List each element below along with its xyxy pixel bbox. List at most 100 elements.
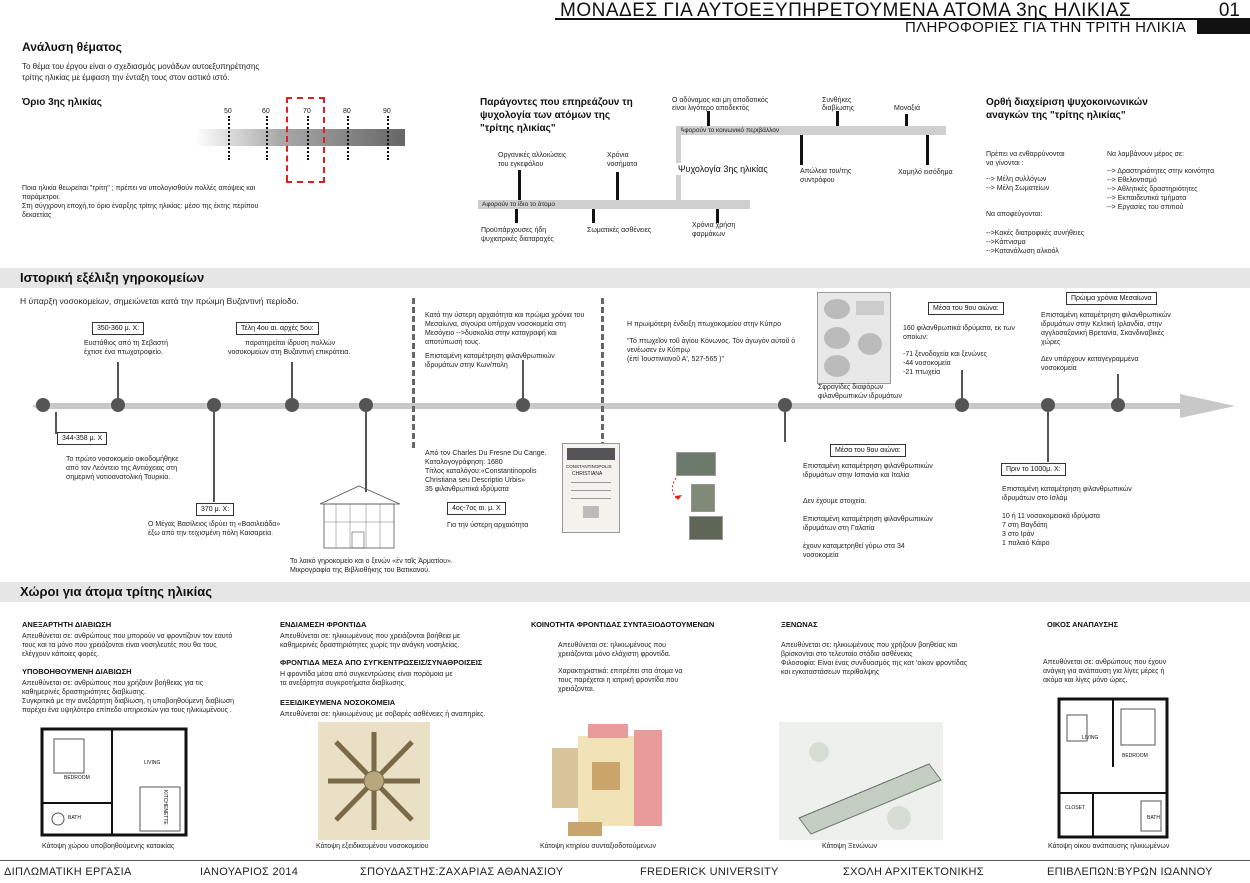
space-1-caption: Κάτοψη χώρου υποβοηθούμενης κατοικίας bbox=[42, 843, 175, 850]
mgmt-r6: --> Εργασίες του σπιτιού bbox=[1107, 204, 1184, 211]
space-3b: χρειάζονται μόνο ελάχιστη φροντίδα. bbox=[558, 651, 671, 658]
connector bbox=[1047, 412, 1049, 462]
event-b7-date: Πριν το 1000μ. Χ: bbox=[1001, 463, 1066, 476]
factor-1b: του εγκεφάλου bbox=[498, 161, 544, 168]
space-5c: ακόμα και λίγες μόνο ώρες. bbox=[1043, 677, 1128, 684]
space-4d: και εγκαταστάσεων περίθαλψης bbox=[781, 669, 880, 676]
event-5e: -21 πτωχεία bbox=[903, 369, 941, 376]
timeline-node bbox=[1041, 398, 1055, 412]
footer-student: ΣΠΟΥΔΑΣΤΗΣ:ΖΑΧΑΡΙΑΣ ΑΘΑΝΑΣΙΟΥ bbox=[360, 866, 564, 878]
mgmt-l5: Να αποφεύγονται: bbox=[986, 211, 1043, 218]
factors-title-1: Παράγοντες που επηρεάζουν τη bbox=[480, 97, 633, 108]
space-2d: τα ανεξάρτητα συγκροτήματα διαβίωσης. bbox=[280, 680, 406, 687]
analysis-text-2: τρίτης ηλικίας με έμφαση την ένταξη τους… bbox=[22, 73, 230, 82]
event-5-date: Μέσα του 9ου αιώνα: bbox=[928, 302, 1004, 315]
event-b6b: ιδρυμάτων στην Ισπανία και Ιταλία bbox=[803, 472, 910, 479]
footer-date: ΙΑΝΟΥΑΡΙΟΣ 2014 bbox=[200, 866, 299, 878]
plan5-closet-label: CLOSET bbox=[1065, 805, 1086, 811]
book-title-page: CONSTANTINOPOLIS CHRISTIANA bbox=[562, 443, 620, 533]
space-3-title: ΚΟΙΝΟΤΗΤΑ ΦΡΟΝΤΙΔΑΣ ΣΥΝΤΑΞΙΟΔΟΤΟΥΜΕΝΩΝ bbox=[531, 620, 715, 629]
factors-center: Ψυχολογία 3ης ηλικίας bbox=[676, 163, 770, 175]
history-intro: Η ύπαρξη νοσοκομείων, σημειώνεται κατά τ… bbox=[20, 296, 299, 306]
space-4-title: ΞΕΝΩΝΑΣ bbox=[781, 620, 818, 629]
event-3d: αποτύπωσή τους. bbox=[425, 339, 481, 346]
factor-6b: είναι λιγότερο αποδεκτός bbox=[672, 105, 749, 112]
factor-5b: φαρμάκων bbox=[692, 231, 726, 238]
cyprus-photo-1 bbox=[676, 452, 716, 476]
age-highlight-left bbox=[286, 97, 288, 181]
event-2-date: Τέλη 4ου αι. αρχές 5ου: bbox=[236, 322, 319, 335]
management-title-1: Ορθή διαχείριση ψυχοκοινωνικών bbox=[986, 97, 1148, 108]
byzantine-hospital-sketch bbox=[319, 485, 401, 549]
space-5-title: ΟΙΚΟΣ ΑΝΑΠΑΥΣΗΣ bbox=[1047, 620, 1118, 629]
space-2-caption: Κάτοψη εξειδικευμένου νοσοκομείου bbox=[316, 843, 429, 850]
factor-line-1 bbox=[518, 170, 521, 200]
age-limit-title: Όριο 3ης ηλικίας bbox=[22, 97, 102, 108]
event-b4e: 35 φιλανθρωπικά ιδρύματα bbox=[425, 486, 509, 493]
cyprus-photo-3 bbox=[689, 516, 723, 540]
space-2b: καθημερινές δραστηριότητες χωρίς την ανά… bbox=[280, 642, 460, 649]
retirement-community-plan bbox=[548, 722, 664, 840]
factor-8: Μοναξιά bbox=[894, 105, 921, 112]
connector bbox=[291, 362, 293, 400]
factor-9b: συντρόφου bbox=[800, 177, 835, 184]
space-2-title: ΕΝΔΙΑΜΕΣΗ ΦΡΟΝΤΙΔΑ bbox=[280, 620, 367, 629]
timeline-node bbox=[36, 398, 50, 412]
spaces-title: Χώροι για άτομα τρίτης ηλικίας bbox=[20, 584, 213, 599]
event-b5-date: 4ος-7ος αι. μ. Χ bbox=[447, 502, 506, 515]
page-subtitle: ΠΛΗΡΟΦΟΡΙΕΣ ΓΙΑ ΤΗΝ ΤΡΙΤΗ ΗΛΙΚΙΑ bbox=[905, 19, 1187, 36]
seals-image bbox=[817, 292, 891, 384]
factor-bar-social: Αφορούν το κοινωνικό περιβάλλον bbox=[676, 126, 946, 135]
space-3e: χρειάζονται. bbox=[558, 686, 595, 693]
age-note-3: Στη σύγχρονη εποχή,το όριο έναρξης τρίτη… bbox=[22, 203, 259, 210]
connector bbox=[784, 412, 786, 442]
space-1-title-2: ΥΠΟΒΟΗΘΟΥΜΕΝΗ ΔΙΑΒΙΩΣΗ bbox=[22, 667, 132, 676]
event-6d: χώρες bbox=[1041, 339, 1061, 346]
mgmt-l8: -->Κατανάλωση αλκοόλ bbox=[986, 248, 1059, 255]
factor-10: Χαμηλό εισόδημα bbox=[898, 169, 953, 176]
event-4d: (ἐπί Ἰουστινιανοῦ Α', 527-565 )" bbox=[627, 356, 724, 363]
plan5-bedroom-label: BEDROOM bbox=[1122, 753, 1148, 759]
footer-school: ΣΧΟΛΗ ΑΡΧΙΤΕΚΤΟΝΙΚΗΣ bbox=[843, 866, 984, 878]
book-title-1: CONSTANTINOPOLIS bbox=[566, 464, 612, 469]
mgmt-l2: να γίνονται : bbox=[986, 160, 1024, 167]
event-4a: Η πρωιμότερη ένδειξη πτωχοκομείου στην Κ… bbox=[627, 321, 781, 328]
event-b6-date: Μέσα του 9ου αιώνα: bbox=[830, 444, 906, 457]
age-dash-50 bbox=[228, 116, 230, 160]
event-b3b: Μικρογραφία της Βιβλιοθήκης του Βατικανο… bbox=[290, 567, 431, 574]
timeline-node bbox=[111, 398, 125, 412]
timeline-node bbox=[955, 398, 969, 412]
timeline-node bbox=[285, 398, 299, 412]
factors-title-3: "τρίτης ηλικίας" bbox=[480, 123, 556, 134]
event-2b: νοσοκομείων στη Βυζαντινή επικράτεια. bbox=[228, 349, 351, 356]
header-block bbox=[1197, 20, 1250, 34]
plan-bedroom-label: BEDROOM bbox=[64, 775, 90, 781]
event-6f: νοσοκομεία bbox=[1041, 365, 1077, 372]
book-title-2: CHRISTIANA bbox=[572, 471, 603, 477]
space-2-title-2: ΦΡΟΝΤΙΔΑ ΜΕΣΑ ΑΠΟ ΣΥΓΚΕΝΤΡΩΣΕΙΣ/ΣΥΝΑΘΡΟΙ… bbox=[280, 658, 483, 667]
space-2e: Απευθύνεται σε: ηλικιωμένους με σοβαρές … bbox=[280, 711, 486, 718]
age-dash-90 bbox=[387, 116, 389, 160]
history-title: Ιστορική εξέλιξη γηροκομείων bbox=[20, 270, 205, 285]
event-6-date: Πρώιμα χρόνια Μεσαίωνα bbox=[1066, 292, 1157, 305]
space-3-caption: Κάτοψη κτηρίου συνταξιοδοτούμενων bbox=[540, 843, 657, 850]
event-b2-date: 370 μ. Χ: bbox=[196, 503, 235, 516]
management-title-2: αναγκών της "τρίτης ηλικίας" bbox=[986, 110, 1126, 121]
timeline-node bbox=[778, 398, 792, 412]
event-b7f: 1 παλαιό Κάιρο bbox=[1002, 540, 1050, 547]
plan5-bath-label: BATH bbox=[1147, 815, 1160, 821]
factor-line-3 bbox=[515, 209, 518, 223]
connector bbox=[55, 412, 57, 434]
event-3f: ιδρυμάτων στην Κων/πολη bbox=[425, 362, 508, 369]
age-highlight-box bbox=[286, 97, 325, 183]
space-2-title-3: ΕΞΕΙΔΙΚΕΥΜΕΝΑ ΝΟΣΟΚΟΜΕΙΑ bbox=[280, 698, 396, 707]
event-1-date: 350-360 μ. Χ: bbox=[92, 322, 145, 335]
timeline-node bbox=[516, 398, 530, 412]
event-5b: οποίων: bbox=[903, 334, 928, 341]
footer-thesis: ΔΙΠΛΩΜΑΤΙΚΗ ΕΡΓΑΣΙΑ bbox=[4, 866, 132, 878]
footer-supervisor: ΕΠΙΒΛΕΠΩΝ:ΒΥΡΩΝ ΙΩΑΝΝΟΥ bbox=[1047, 866, 1213, 878]
connector bbox=[117, 362, 119, 400]
timeline-node bbox=[359, 398, 373, 412]
space-1-title: ΑΝΕΞΑΡΤΗΤΗ ΔΙΑΒΙΩΣΗ bbox=[22, 620, 112, 629]
factor-4: Σωματικές ασθένειες bbox=[587, 227, 652, 234]
